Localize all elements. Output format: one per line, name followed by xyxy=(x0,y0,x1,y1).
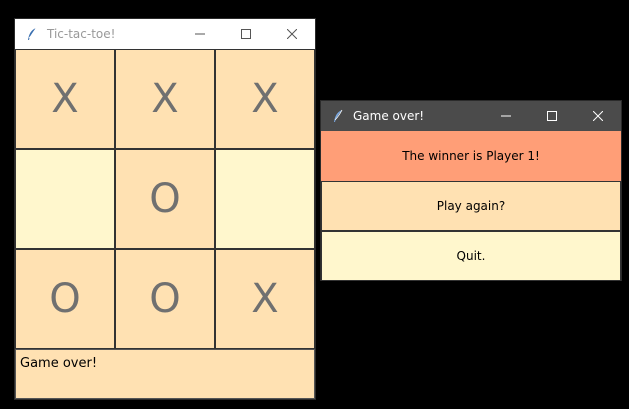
minimize-icon xyxy=(195,33,205,35)
board-cell[interactable] xyxy=(215,149,315,249)
maximize-icon xyxy=(547,111,557,121)
board-cell[interactable]: X xyxy=(15,49,115,149)
game-over-dialog: Game over! The winner is Player 1! Play … xyxy=(320,100,622,281)
board-cell[interactable]: X xyxy=(215,249,315,349)
close-button[interactable] xyxy=(269,19,315,49)
board-cell[interactable]: X xyxy=(115,49,215,149)
quit-button[interactable]: Quit. xyxy=(321,231,621,281)
minimize-icon xyxy=(501,115,511,117)
dialog-maximize-button[interactable] xyxy=(529,101,575,131)
close-icon xyxy=(593,111,603,121)
game-board: XXXOOOX xyxy=(15,49,315,349)
board-cell[interactable]: O xyxy=(15,249,115,349)
board-cell[interactable]: O xyxy=(115,249,215,349)
board-cell[interactable]: X xyxy=(215,49,315,149)
minimize-button[interactable] xyxy=(177,19,223,49)
feather-icon xyxy=(25,27,39,41)
dialog-title: Game over! xyxy=(353,109,425,123)
feather-icon xyxy=(331,109,345,123)
main-window-title: Tic-tac-toe! xyxy=(47,27,116,41)
maximize-button[interactable] xyxy=(223,19,269,49)
tic-tac-toe-window: Tic-tac-toe! XXXOOOX Game over! xyxy=(14,18,316,400)
dialog-minimize-button[interactable] xyxy=(483,101,529,131)
board-cell[interactable] xyxy=(15,149,115,249)
winner-message: The winner is Player 1! xyxy=(321,131,621,181)
status-label: Game over! xyxy=(15,349,315,399)
dialog-close-button[interactable] xyxy=(575,101,621,131)
board-cell[interactable]: O xyxy=(115,149,215,249)
close-icon xyxy=(287,29,297,39)
main-titlebar[interactable]: Tic-tac-toe! xyxy=(15,19,315,49)
dialog-titlebar[interactable]: Game over! xyxy=(321,101,621,131)
play-again-button[interactable]: Play again? xyxy=(321,181,621,231)
maximize-icon xyxy=(241,29,251,39)
